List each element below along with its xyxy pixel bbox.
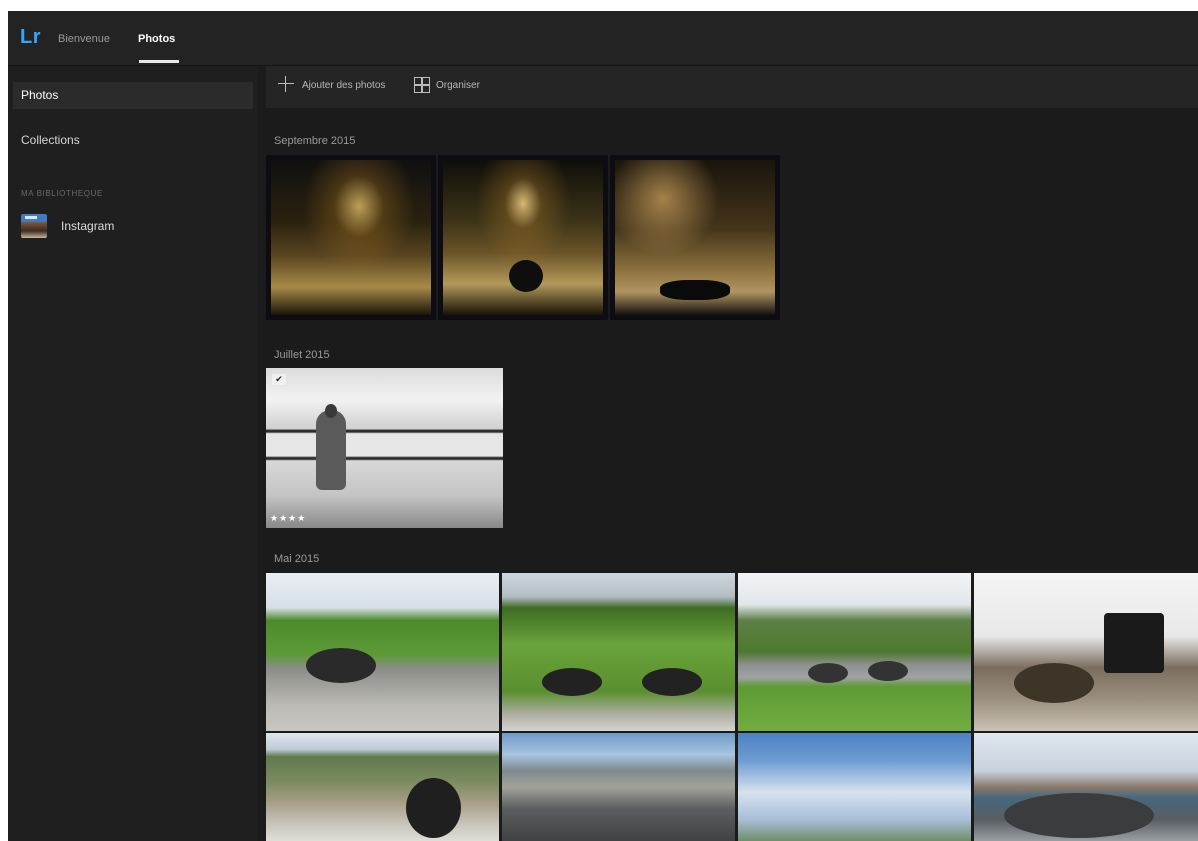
sidebar-item-photos[interactable]: Photos (13, 82, 253, 109)
tab-bienvenue[interactable]: Bienvenue (58, 33, 110, 45)
photo-thumbnail[interactable] (266, 155, 436, 320)
sidebar: Photos Collections MA BIBLIOTHEQUE Insta… (8, 66, 258, 841)
tab-photos[interactable]: Photos (138, 33, 175, 45)
group-title-juillet: Juillet 2015 (274, 349, 330, 361)
lightroom-window: Lr Bienvenue Photos Photos Collections M… (8, 11, 1198, 841)
album-thumbnail-icon (21, 214, 47, 238)
photo-thumbnail[interactable] (502, 733, 735, 841)
photo-thumbnail[interactable] (502, 573, 735, 731)
plus-icon[interactable] (278, 76, 294, 92)
star-rating[interactable]: ★★★★ (270, 513, 306, 524)
group-title-mai: Mai 2015 (274, 553, 320, 565)
organize-grid-icon[interactable] (414, 77, 430, 93)
album-label: Instagram (61, 219, 115, 233)
group-title-septembre: Septembre 2015 (274, 135, 356, 147)
photo-thumbnail[interactable] (974, 573, 1198, 731)
photo-thumbnail[interactable] (738, 573, 971, 731)
lightroom-logo: Lr (20, 26, 41, 48)
top-bar: Lr Bienvenue Photos (8, 11, 1198, 66)
photo-thumbnail[interactable] (438, 155, 608, 320)
photo-grid: Septembre 2015 Juillet 2015 ✔ ★★★★ Mai 2… (266, 109, 1198, 841)
photo-subject (316, 410, 346, 490)
library-section-header: MA BIBLIOTHEQUE (21, 189, 103, 198)
toolbar: Ajouter des photos Organiser (266, 66, 1198, 108)
photo-subject-head (325, 404, 337, 418)
active-tab-indicator (139, 60, 179, 63)
photo-thumbnail[interactable] (738, 733, 971, 841)
photo-thumbnail[interactable] (266, 733, 499, 841)
photo-thumbnail[interactable]: ✔ ★★★★ (266, 368, 503, 528)
add-photos-button[interactable]: Ajouter des photos (302, 80, 385, 91)
organize-button[interactable]: Organiser (436, 80, 480, 91)
photo-thumbnail[interactable] (266, 573, 499, 731)
photo-thumbnail[interactable] (610, 155, 780, 320)
picked-flag-icon[interactable]: ✔ (272, 374, 286, 385)
sidebar-item-collections[interactable]: Collections (13, 127, 253, 154)
photo-thumbnail[interactable] (974, 733, 1198, 841)
